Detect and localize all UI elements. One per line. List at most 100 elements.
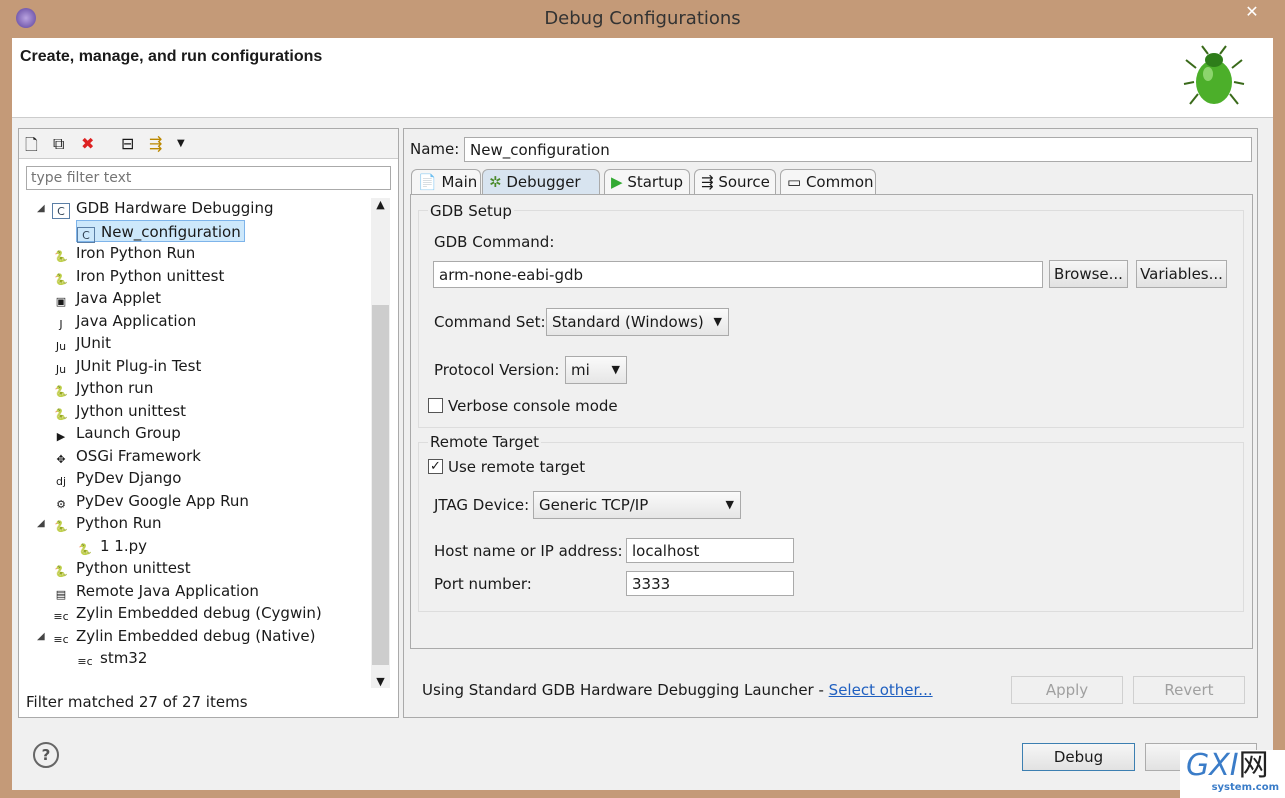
tab-source[interactable]: ⇶ Source [694,169,776,195]
tree-item[interactable]: ≡c Zylin Embedded debug (Cygwin) [52,602,321,624]
config-type-icon: ✥ [56,452,66,466]
chevron-down-icon: ▼ [713,315,722,328]
tree-item[interactable]: 🐍 Jython run [52,377,153,399]
tree-item[interactable]: 🐍 Iron Python Run [52,242,195,264]
browse-button[interactable]: Browse... [1049,260,1128,288]
bug-icon [1183,45,1245,105]
config-type-icon: 🐍 [54,565,68,578]
tab-label: Debugger [506,173,581,191]
remote-target-title: Remote Target [428,433,542,451]
tree-item-label: Jython unittest [76,401,187,420]
config-type-icon: dj [55,475,67,488]
tree-item-label: Zylin Embedded debug (Native) [76,626,316,645]
protocol-select[interactable]: mi ▼ [565,356,627,384]
port-label: Port number: [434,575,532,593]
gdb-command-field[interactable] [433,261,1043,288]
chevron-down-icon: ▼ [725,498,734,511]
tree-item[interactable]: 🐍 1 1.py [76,535,147,557]
expand-toggle-icon[interactable]: ◢ [37,203,45,214]
filter-input[interactable] [26,166,391,190]
tree-item-label: New_configuration [101,222,241,241]
config-type-icon: C [77,226,95,243]
command-set-select[interactable]: Standard (Windows) ▼ [546,308,729,336]
tab-common[interactable]: ▭ Common [780,169,876,195]
collapse-all-icon[interactable]: ⊟ [121,134,134,153]
dropdown-icon[interactable]: ▼ [177,138,185,149]
tree-item-label: Iron Python unittest [76,266,225,285]
tree-item[interactable]: ≡c Zylin Embedded debug (Native) [52,625,316,647]
tree-item[interactable]: ✥ OSGi Framework [52,445,201,467]
duplicate-icon[interactable]: ⧉ [53,134,64,154]
tab-label: Common [805,173,874,191]
debugger-tab-icon: ✲ [489,173,507,191]
apply-button[interactable]: Apply [1011,676,1123,704]
variables-button[interactable]: Variables... [1136,260,1227,288]
config-type-icon: 🐍 [54,250,68,263]
jtag-label: JTAG Device: [434,496,530,514]
config-type-icon: Ju [55,340,67,353]
config-type-icon: Ju [55,362,67,376]
tree-item[interactable]: ▶ Launch Group [52,422,181,444]
jtag-value: Generic TCP/IP [539,496,649,514]
tab-main[interactable]: 📄 Main [411,169,481,195]
tree-item[interactable]: J Java Application [52,310,196,332]
config-type-icon: ▤ [55,587,67,601]
tree-item-label: JUnit Plug-in Test [76,356,202,375]
tree-item-label: stm32 [100,649,148,667]
startup-tab-icon: ▶ [611,173,628,191]
name-field[interactable] [464,137,1252,162]
tree-item[interactable]: Ju JUnit Plug-in Test [52,355,201,377]
tree-item-label: 1 1.py [100,536,148,555]
name-label: Name: [410,140,460,158]
tree-item[interactable]: 🐍 Iron Python unittest [52,265,224,287]
scroll-up-icon[interactable]: ▲ [371,198,390,211]
help-icon[interactable]: ? [33,742,59,768]
tree-item[interactable]: dj PyDev Django [52,467,182,489]
protocol-label: Protocol Version: [434,361,560,379]
command-set-label: Command Set: [434,313,546,331]
filter-icon[interactable]: ⇶ [149,134,162,153]
config-type-icon: C [52,203,70,219]
tree-item[interactable]: ▣ Java Applet [52,287,161,309]
tree-item-label: GDB Hardware Debugging [76,199,274,217]
host-field[interactable] [626,538,794,563]
launcher-info: Using Standard GDB Hardware Debugging La… [422,681,933,699]
config-type-icon: ▶ [56,430,66,443]
tree-item[interactable]: C GDB Hardware Debugging [52,197,273,219]
verbose-checkbox[interactable] [428,398,443,413]
tree-item[interactable]: 🐍 Python unittest [52,557,191,579]
revert-button[interactable]: Revert [1133,676,1245,704]
tree-item[interactable]: 🐍 Jython unittest [52,400,186,422]
tree-item-label: Python Run [76,514,162,532]
tab-label: Source [718,173,770,191]
tree-item[interactable]: ▤ Remote Java Application [52,580,259,602]
jtag-select[interactable]: Generic TCP/IP ▼ [533,491,741,519]
launcher-text: Using Standard GDB Hardware Debugging La… [422,681,829,699]
tree-item[interactable]: C New_configuration [76,219,245,243]
delete-icon[interactable]: ✖ [81,134,94,153]
select-other-link[interactable]: Select other... [829,681,933,699]
port-field[interactable] [626,571,794,596]
expand-toggle-icon[interactable]: ◢ [37,518,45,529]
tab-debugger[interactable]: ✲ Debugger [482,169,600,195]
use-remote-checkbox[interactable]: ✓ [428,459,443,474]
tree-item[interactable]: 🐍 Python Run [52,512,162,534]
config-type-icon: 🐍 [54,385,68,398]
config-type-icon: 🐍 [54,272,68,286]
new-config-icon[interactable]: 🗋 [25,134,38,161]
tree-item[interactable]: Ju JUnit [52,332,111,354]
tree-item-label: JUnit [76,334,111,352]
tree-item[interactable]: ⚙ PyDev Google App Run [52,490,249,512]
config-type-icon: 🐍 [78,542,92,556]
expand-toggle-icon[interactable]: ◢ [37,631,45,642]
gdb-setup-title: GDB Setup [428,202,514,220]
config-type-icon: ▣ [55,295,67,308]
tab-startup[interactable]: ▶ Startup [604,169,690,195]
debug-button[interactable]: Debug [1022,743,1135,771]
close-window-button[interactable]: ✕ [1232,2,1272,26]
header-title: Create, manage, and run configurations [20,48,323,65]
scroll-thumb[interactable] [372,305,389,665]
tree-item[interactable]: ≡c stm32 [76,647,147,669]
chevron-down-icon: ▼ [611,363,620,376]
scroll-down-icon[interactable]: ▼ [371,675,390,688]
